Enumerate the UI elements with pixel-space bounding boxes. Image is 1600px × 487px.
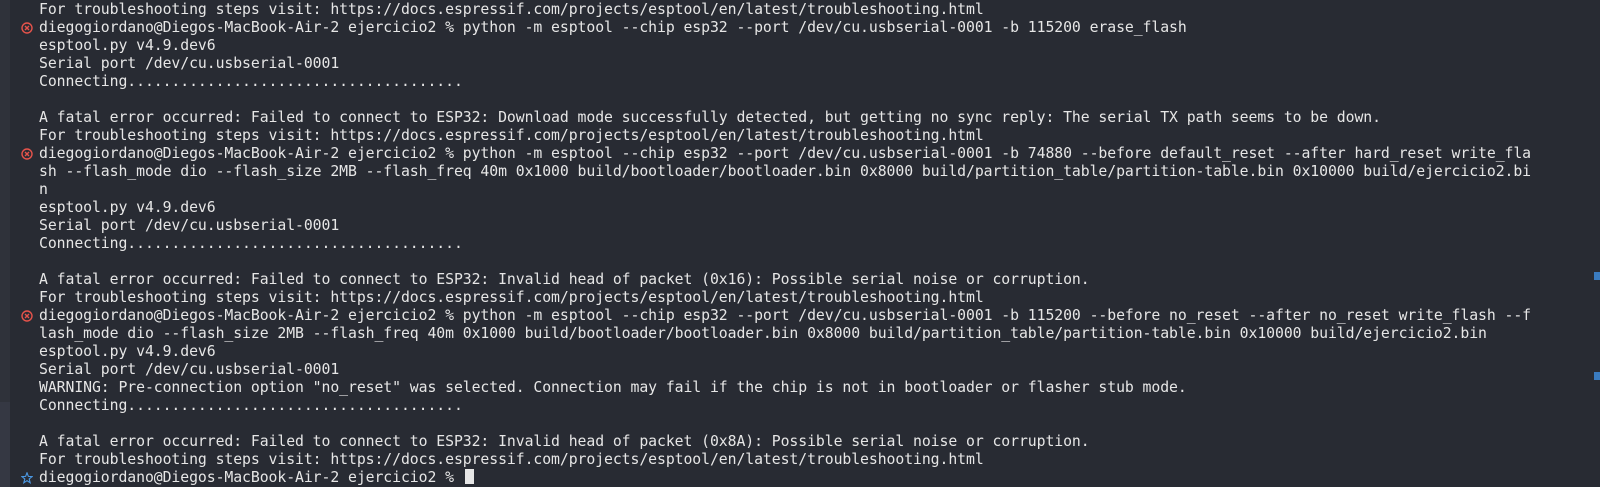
error-circle-icon [21,22,33,34]
output-line: For troubleshooting steps visit: https:/… [39,127,984,144]
output-line: Connecting..............................… [39,397,463,414]
output-line: Connecting..............................… [39,235,463,252]
error-circle-icon [21,310,33,322]
star-icon [21,472,33,484]
output-line: A fatal error occurred: Failed to connec… [39,433,1090,450]
output-line: esptool.py v4.9.dev6 [39,37,216,54]
output-line: WARNING: Pre-connection option "no_reset… [39,379,1187,396]
output-line: esptool.py v4.9.dev6 [39,343,216,360]
output-line: lash_mode dio --flash_size 2MB --flash_f… [39,325,1487,342]
output-line: Serial port /dev/cu.usbserial-0001 [39,217,340,234]
output-line: Serial port /dev/cu.usbserial-0001 [39,55,340,72]
output-line: A fatal error occurred: Failed to connec… [39,271,1090,288]
output-line: A fatal error occurred: Failed to connec… [39,109,1381,126]
command-line: diegogiordano@Diegos-MacBook-Air-2 ejerc… [39,19,1187,36]
output-line: Serial port /dev/cu.usbserial-0001 [39,361,340,378]
output-line: esptool.py v4.9.dev6 [39,199,216,216]
text-cursor[interactable] [464,469,474,484]
output-line: For troubleshooting steps visit: https:/… [39,1,984,18]
gutter-accent [0,402,10,487]
output-line: For troubleshooting steps visit: https:/… [39,289,984,306]
output-line: For troubleshooting steps visit: https:/… [39,451,984,468]
output-line: sh --flash_mode dio --flash_size 2MB --f… [39,163,1532,180]
command-line: diegogiordano@Diegos-MacBook-Air-2 ejerc… [39,469,474,487]
output-line: Connecting..............................… [39,73,463,90]
scroll-marker[interactable] [1594,272,1600,280]
output-line: n [39,181,48,198]
terminal-window[interactable]: For troubleshooting steps visit: https:/… [0,0,1600,487]
error-circle-icon [21,148,33,160]
scroll-marker[interactable] [1594,372,1600,380]
command-line: diegogiordano@Diegos-MacBook-Air-2 ejerc… [39,145,1532,162]
command-line: diegogiordano@Diegos-MacBook-Air-2 ejerc… [39,307,1532,324]
